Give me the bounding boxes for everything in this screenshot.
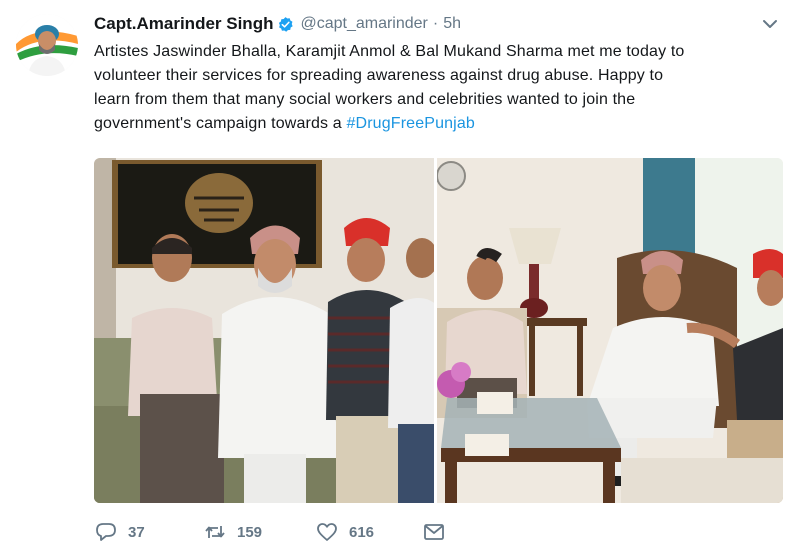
- tweet-text-line-last: government's campaign towards a #DrugFre…: [94, 112, 794, 136]
- author-name[interactable]: Capt.Amarinder Singh: [94, 14, 273, 34]
- retweet-count: 159: [237, 523, 263, 541]
- tweet-card[interactable]: Capt.Amarinder Singh @capt_amarinder · 5…: [0, 0, 800, 555]
- separator-dot: ·: [432, 15, 439, 32]
- chevron-down-icon[interactable]: [760, 14, 780, 34]
- tweet-actions: 37 159 616: [94, 518, 794, 546]
- retweet-icon: [203, 520, 227, 544]
- tweet-text-line: volunteer their services for spreading a…: [94, 67, 664, 84]
- like-count: 616: [349, 523, 375, 541]
- photo-group-meeting[interactable]: [94, 158, 434, 503]
- avatar[interactable]: [16, 14, 78, 76]
- hashtag-link[interactable]: #DrugFreePunjab: [346, 115, 475, 132]
- envelope-icon: [422, 520, 446, 544]
- reply-button[interactable]: 37: [94, 518, 145, 546]
- tweet-text-line: Artistes Jaswinder Bhalla, Karamjit Anmo…: [94, 43, 685, 60]
- tweet-text: Artistes Jaswinder Bhalla, Karamjit Anmo…: [94, 40, 794, 136]
- photo-sitting-room[interactable]: [437, 158, 783, 503]
- tweet-header: Capt.Amarinder Singh @capt_amarinder · 5…: [94, 12, 461, 36]
- verified-badge-icon: [277, 16, 294, 33]
- direct-message-button[interactable]: [422, 518, 446, 546]
- tweet-text-line: learn from them that many social workers…: [94, 91, 636, 108]
- tweet-timestamp[interactable]: 5h: [443, 15, 461, 33]
- reply-count: 37: [128, 523, 145, 541]
- tweet-text-line: government's campaign towards a: [94, 115, 347, 132]
- author-handle[interactable]: @capt_amarinder: [300, 15, 427, 33]
- retweet-button[interactable]: 159: [203, 518, 262, 546]
- tweet-media: [94, 158, 783, 503]
- reply-icon: [94, 520, 118, 544]
- heart-icon: [315, 520, 339, 544]
- like-button[interactable]: 616: [315, 518, 374, 546]
